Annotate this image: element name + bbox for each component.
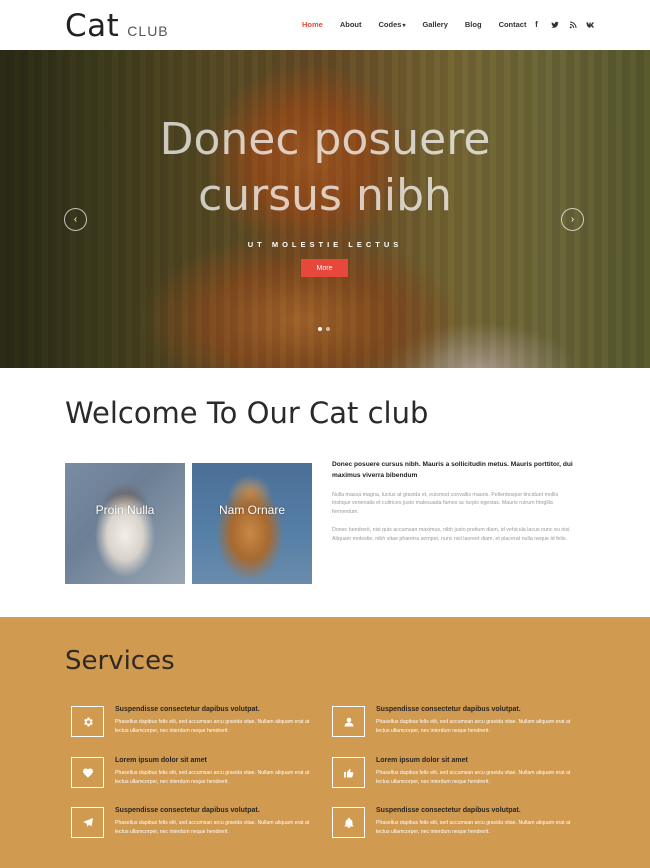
welcome-lead: Donec posuere cursus nibh. Mauris a soll… bbox=[332, 461, 573, 479]
nav-blog[interactable]: Blog bbox=[465, 20, 482, 29]
service-title: Suspendisse consectetur dapibus volutpat… bbox=[115, 807, 260, 814]
hero-title-line1: Donec posuere bbox=[159, 114, 491, 165]
welcome-text: Donec posuere cursus nibh. Mauris a soll… bbox=[332, 460, 577, 543]
service-text: Phasellus dapibus felis elit, sed accums… bbox=[376, 719, 571, 734]
hero-slider: Donec posuere cursus nibh UT MOLESTIE LE… bbox=[0, 50, 650, 368]
slider-dot-2[interactable] bbox=[326, 327, 330, 331]
logo[interactable]: Cat CLUB bbox=[65, 8, 169, 44]
site-header: Cat CLUB Home About Codes▾ Gallery Blog … bbox=[0, 0, 650, 50]
heart-icon bbox=[71, 757, 104, 788]
service-text: Phasellus dapibus felis elit, sed accums… bbox=[376, 820, 571, 835]
slider-dots bbox=[318, 327, 330, 331]
thumbs-up-icon bbox=[332, 757, 365, 788]
nav-codes-label: Codes bbox=[378, 20, 402, 29]
logo-sub: CLUB bbox=[127, 23, 169, 39]
user-icon bbox=[332, 706, 365, 737]
nav-contact[interactable]: Contact bbox=[499, 20, 527, 29]
rss-icon[interactable] bbox=[568, 19, 577, 30]
twitter-icon[interactable] bbox=[550, 19, 559, 30]
hero-subtitle: UT MOLESTIE LECTUS bbox=[247, 240, 403, 249]
service-text: Phasellus dapibus felis elit, sed accums… bbox=[115, 820, 310, 835]
service-text: Phasellus dapibus felis elit, sed accums… bbox=[376, 770, 571, 785]
facebook-icon[interactable]: f bbox=[532, 19, 541, 30]
gallery-item-nam-ornare[interactable]: Nam Ornare bbox=[192, 463, 312, 584]
services-title: Services bbox=[65, 646, 175, 676]
service-text: Phasellus dapibus felis elit, sed accums… bbox=[115, 770, 310, 785]
gallery-item-label: Nam Ornare bbox=[218, 503, 286, 517]
welcome-paragraph-1: Nulla massa magna, luctus at gravida et,… bbox=[332, 492, 559, 515]
service-title: Lorem ipsum dolor sit amet bbox=[115, 757, 207, 764]
hero-title-line2: cursus nibh bbox=[198, 170, 452, 221]
nav-about[interactable]: About bbox=[340, 20, 362, 29]
paper-plane-icon bbox=[71, 807, 104, 838]
nav-codes[interactable]: Codes▾ bbox=[379, 20, 406, 29]
welcome-gallery: Proin Nulla Nam Ornare bbox=[65, 463, 312, 584]
main-nav: Home About Codes▾ Gallery Blog Contact bbox=[302, 20, 543, 29]
service-title: Suspendisse consectetur dapibus volutpat… bbox=[376, 807, 521, 814]
bell-icon bbox=[332, 807, 365, 838]
chevron-down-icon: ▾ bbox=[402, 23, 406, 29]
services-section: Services Suspendisse consectetur dapibus… bbox=[0, 617, 650, 868]
gallery-item-proin-nulla[interactable]: Proin Nulla bbox=[65, 463, 185, 584]
hero-title: Donec posuere cursus nibh bbox=[0, 112, 650, 224]
service-title: Lorem ipsum dolor sit amet bbox=[376, 757, 468, 764]
nav-gallery[interactable]: Gallery bbox=[422, 20, 447, 29]
welcome-title: Welcome To Our Cat club bbox=[65, 396, 429, 430]
vk-icon[interactable] bbox=[586, 19, 595, 30]
service-title: Suspendisse consectetur dapibus volutpat… bbox=[115, 706, 260, 713]
slider-dot-1[interactable] bbox=[318, 327, 322, 331]
service-title: Suspendisse consectetur dapibus volutpat… bbox=[376, 706, 521, 713]
welcome-paragraph-2: Donec hendrerit, nisi quis accumsan maxi… bbox=[332, 527, 571, 542]
slider-next-arrow-icon[interactable]: › bbox=[561, 208, 584, 231]
slider-prev-arrow-icon[interactable]: ‹ bbox=[64, 208, 87, 231]
hero-more-button[interactable]: More bbox=[301, 259, 348, 277]
social-links: f bbox=[532, 19, 595, 30]
gear-icon bbox=[71, 706, 104, 737]
nav-home[interactable]: Home bbox=[302, 20, 323, 29]
gallery-item-label: Proin Nulla bbox=[95, 503, 155, 517]
logo-main: Cat bbox=[65, 8, 120, 44]
service-text: Phasellus dapibus felis elit, sed accums… bbox=[115, 719, 310, 734]
